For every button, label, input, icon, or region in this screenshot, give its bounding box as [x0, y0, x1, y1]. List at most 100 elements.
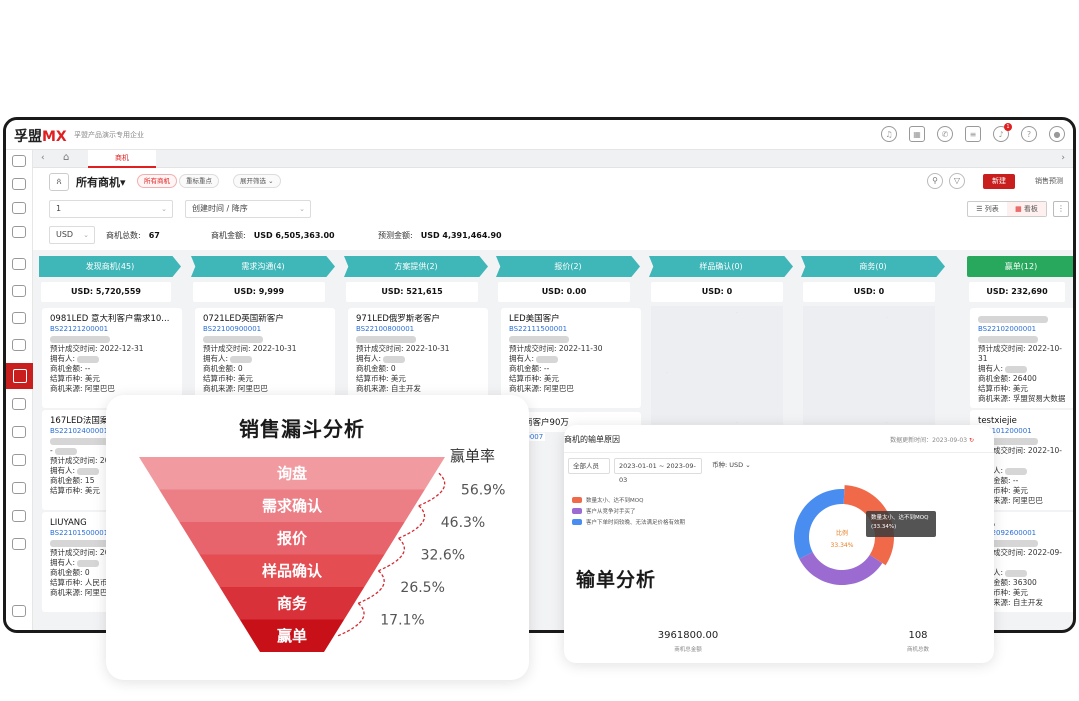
mail-icon[interactable]: [12, 258, 26, 270]
card-field-3: 商机金额: --: [50, 364, 174, 374]
summary-amount-label: 商机金额:: [211, 231, 246, 240]
stage-header-6[interactable]: 赢单(12): [967, 256, 1073, 277]
card-field-label: 商机金额:: [978, 374, 1011, 383]
summary-count-value: 67: [148, 231, 160, 240]
card-title[interactable]: 0721LED英国新客户: [203, 314, 327, 324]
currency-select[interactable]: USD ⌄: [49, 226, 95, 244]
card-field-label: 商机来源:: [356, 384, 389, 393]
opportunity-icon[interactable]: [6, 363, 33, 389]
card-field-label: 结算币种:: [978, 384, 1011, 393]
list-icon[interactable]: ≡: [965, 126, 981, 142]
opportunity-card-4[interactable]: BS22102000001 预计成交时间: 2022-10-31 拥有人: 商机金额…: [970, 308, 1073, 408]
stage-header-2[interactable]: 方案提供(2): [344, 256, 488, 277]
card-field-value: 美元: [84, 374, 100, 383]
whatsapp-icon[interactable]: ✆: [937, 126, 953, 142]
card-code[interactable]: BS22121200001: [50, 324, 174, 334]
card-code[interactable]: BS22100800001: [356, 324, 480, 334]
chevron-down-icon: ⌄: [83, 231, 89, 239]
apps-grid-icon[interactable]: ▦: [909, 126, 925, 142]
stage-header-5[interactable]: 商务(0): [801, 256, 945, 277]
opportunity-card-2[interactable]: 971LED俄罗斯老客户 BS22100800001 预计成交时间: 2022-10…: [348, 308, 488, 408]
card-title[interactable]: 0981LED 意大利客户需求10...: [50, 314, 174, 324]
currency-select-value: USD: [56, 230, 74, 239]
chip-all[interactable]: 所有商机: [137, 174, 177, 188]
donut-chart: 比例 33.34%: [794, 485, 894, 585]
kpi-total-count: 108: [908, 630, 928, 641]
card-field-value: 阿里巴巴: [543, 384, 574, 393]
view-title[interactable]: 所有商机▾: [76, 174, 126, 190]
card-field-value: 26400: [1012, 374, 1037, 383]
forecast-button[interactable]: 销售预测: [1035, 176, 1063, 186]
summary-forecast: 预测金额: USD 4,391,464.90: [378, 230, 502, 241]
chart-icon[interactable]: [12, 510, 26, 522]
donut-slice-1[interactable]: [799, 552, 883, 585]
kpi-total-count-label: 商机总数: [906, 647, 929, 653]
report-icon[interactable]: [12, 538, 26, 550]
new-button[interactable]: 新建: [983, 174, 1015, 189]
target-icon[interactable]: [12, 339, 26, 351]
headset-icon[interactable]: ♫: [881, 126, 897, 142]
chevron-down-icon: ⌄: [161, 205, 167, 213]
card-field-value: 0: [84, 568, 90, 577]
home-icon[interactable]: [12, 178, 26, 190]
money-icon[interactable]: [12, 454, 26, 466]
chip-focus[interactable]: 重标重点: [179, 174, 219, 188]
card-title[interactable]: LED美国客户: [509, 314, 633, 324]
filter-icon[interactable]: ▽: [949, 173, 965, 189]
avatar-icon[interactable]: ●: [1049, 126, 1065, 142]
opportunity-card-3[interactable]: LED美国客户 BS22111500001 预计成交时间: 2022-11-30 拥有…: [501, 308, 641, 408]
tab-forward-icon[interactable]: ›: [1061, 153, 1065, 163]
column-settings-icon[interactable]: ⋮: [1053, 201, 1069, 217]
card-field-label: 商机来源:: [509, 384, 542, 393]
watermark-dot: ·: [886, 315, 888, 322]
document-icon[interactable]: [12, 398, 26, 410]
card-field-label: 拥有人:: [509, 354, 535, 363]
book-icon[interactable]: [12, 482, 26, 494]
card-field-value: 2022-10-31: [405, 344, 450, 353]
opportunity-card-1[interactable]: 0721LED英国新客户 BS22100900001 预计成交时间: 2022-10…: [195, 308, 335, 408]
watermark-dot: ·: [386, 328, 388, 335]
card-field-4: 结算币种: 美元: [203, 374, 327, 384]
opportunity-card-0[interactable]: 0981LED 意大利客户需求10... BS22121200001 预计成交时间:…: [42, 308, 182, 408]
card-field-value: --: [543, 364, 550, 373]
truck-icon[interactable]: [12, 426, 26, 438]
tab-back-icon[interactable]: ‹: [41, 153, 45, 163]
contacts-icon[interactable]: [12, 202, 26, 214]
stage-header-3[interactable]: 报价(2): [496, 256, 640, 277]
card-field-4: 结算币种: 美元: [356, 374, 480, 384]
card-field-value: 2022-12-31: [99, 344, 144, 353]
card-code[interactable]: BS22111500001: [509, 324, 633, 334]
card-field-label: 拥有人:: [978, 364, 1004, 373]
user-filter-icon[interactable]: ጰ: [49, 173, 69, 191]
page-input[interactable]: 1 ⌄: [49, 200, 173, 218]
settings-icon[interactable]: [12, 605, 26, 617]
card-field-label: 商机来源:: [978, 394, 1011, 403]
card-code[interactable]: BS22102000001: [978, 324, 1070, 334]
stage-header-1[interactable]: 需求沟通(4): [191, 256, 335, 277]
bell-icon[interactable]: ♪ 1: [993, 123, 1012, 142]
tab-opportunity[interactable]: 商机: [88, 150, 156, 168]
view-toggle[interactable]: ☰ 列表 ▦ 看板: [967, 201, 1047, 217]
board-view-tab[interactable]: ▦ 看板: [1007, 202, 1046, 216]
menu-icon[interactable]: [12, 155, 26, 167]
tab-home-icon[interactable]: ⌂: [63, 152, 75, 164]
card-title[interactable]: 971LED俄罗斯老客户: [356, 314, 480, 324]
chevron-down-icon: ⌄: [299, 205, 305, 213]
house-icon[interactable]: [12, 285, 26, 297]
sort-select[interactable]: 创建时间 / 降序 ⌄: [185, 200, 311, 218]
funnel-stage-label-3: 样品确认: [262, 562, 323, 580]
search-icon[interactable]: ⚲: [927, 173, 943, 189]
expand-filter-button[interactable]: 展开筛选 ⌄: [233, 174, 281, 188]
stage-header-4[interactable]: 样品确认(0): [649, 256, 793, 277]
list-view-tab[interactable]: ☰ 列表: [968, 202, 1007, 216]
redacted-block: [1005, 569, 1028, 577]
card-code[interactable]: BS22100900001: [203, 324, 327, 334]
stage-total-1: USD: 9,999: [193, 282, 325, 302]
org-icon[interactable]: [12, 226, 26, 238]
funnel-stage-label-5: 赢单: [277, 627, 307, 645]
compass-icon[interactable]: [12, 312, 26, 324]
app-logo[interactable]: 孚盟MX: [14, 126, 67, 146]
stage-header-0[interactable]: 发现商机(45): [39, 256, 181, 277]
redacted-block: [50, 335, 110, 343]
help-icon[interactable]: ?: [1021, 126, 1037, 142]
